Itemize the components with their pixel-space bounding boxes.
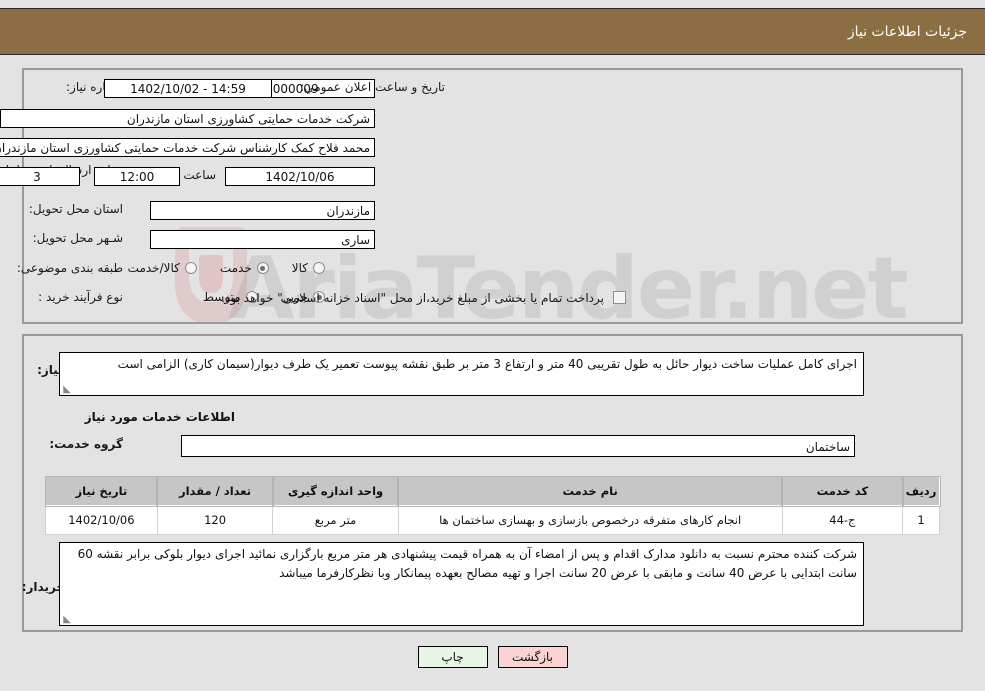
deadline-time-label-row: ساعت (183, 168, 216, 182)
service-group-input[interactable]: ساختمان (181, 435, 855, 457)
city-label-row: شـهر محل تحویل: (33, 231, 123, 245)
category-radio-group: کالا خدمت کالا/خدمت (123, 261, 325, 275)
cell-quantity: 120 (156, 505, 274, 535)
deadline-time-input[interactable]: 12:00 (94, 167, 180, 186)
province-field-row: مازندران (150, 201, 375, 220)
deadline-date-row: 1402/10/06 (225, 167, 375, 186)
treasury-bonds-checkbox[interactable] (613, 291, 626, 304)
radio-category-goods-service[interactable] (184, 262, 197, 274)
page-header: جزئیات اطلاعات نیاز (0, 8, 985, 55)
table-row: 1 ج-44 انجام کارهای متفرقه درخصوص بازساز… (45, 505, 940, 535)
treasury-bonds-text: پرداخت تمام یا بخشی از مبلغ خرید،از محل … (221, 291, 604, 305)
column-header-index: ردیف (901, 475, 941, 507)
print-button[interactable]: چاپ (417, 646, 488, 668)
column-header-name: نام خدمت (397, 475, 784, 507)
services-table: ردیف کد خدمت نام خدمت واحد اندازه گیری ت… (44, 475, 941, 535)
general-description-textarea[interactable]: اجرای کامل عملیات ساخت دیوار حائل به طول… (59, 352, 864, 396)
announce-datetime-input[interactable]: 14:59 - 1402/10/02 (104, 79, 272, 98)
cell-unit: متر مربع (272, 505, 399, 535)
delivery-city-label: شـهر محل تحویل: (32, 231, 123, 245)
category-label: طبقه بندی موضوعی: (16, 261, 123, 275)
radio-category-goods-service-label: کالا/خدمت (127, 261, 180, 275)
buyer-notes-textarea[interactable]: شرکت کننده محترم نسبت به دانلود مدارک اق… (59, 542, 864, 626)
announce-field-row: 14:59 - 1402/10/02 (104, 79, 272, 98)
announce-label-row: تاریخ و ساعت اعلان عمومي: (300, 80, 445, 94)
resize-grip-icon-notes[interactable]: ◣ (62, 615, 71, 625)
radio-category-goods[interactable] (313, 262, 325, 274)
radio-category-goods-label: کالا (291, 261, 308, 275)
creator-field-row: محمد فلاح کمک کارشناس شرکت خدمات حمایتی … (0, 138, 375, 157)
cell-code: ج-44 (781, 505, 904, 535)
process-label-row: نوع فرآیند خرید : (38, 290, 123, 304)
page-title: جزئیات اطلاعات نیاز (847, 23, 967, 40)
cell-name: انجام کارهای متفرقه درخصوص بازسازی و بهس… (397, 505, 783, 535)
column-header-date: تاریخ نیاز (44, 475, 159, 507)
deadline-date-input[interactable]: 1402/10/06 (225, 167, 375, 186)
column-header-code: کد خدمت (781, 475, 904, 507)
radio-category-service[interactable] (256, 262, 269, 274)
buyer-org-input[interactable]: شرکت خدمات حمایتی کشاورزی استان مازندران (0, 109, 375, 128)
treasury-text-row: پرداخت تمام یا بخشی از مبلغ خرید،از محل … (221, 291, 604, 305)
radio-category-service-label: خدمت (219, 261, 252, 275)
deadline-time-label: ساعت (183, 168, 216, 182)
service-group-field-row: ساختمان (181, 435, 855, 457)
resize-grip-icon[interactable]: ◣ (62, 385, 71, 395)
cell-date: 1402/10/06 (45, 505, 158, 535)
purchase-process-label: نوع فرآیند خرید : (38, 290, 123, 304)
buyer-org-field-row: شرکت خدمات حمایتی کشاورزی استان مازندران (0, 109, 375, 128)
cell-index: 1 (902, 505, 940, 535)
service-group-label: گروه خدمت: (49, 437, 123, 451)
remaining-days-input[interactable]: 3 (0, 167, 80, 186)
buyer-notes-value: شرکت کننده محترم نسبت به دانلود مدارک اق… (77, 547, 857, 580)
delivery-province-label: استان محل تحویل: (28, 202, 123, 216)
city-field-row: ساری (150, 230, 375, 249)
announce-datetime-label: تاریخ و ساعت اعلان عمومي: (300, 80, 445, 94)
service-group-label-row: گروه خدمت: (49, 437, 123, 451)
treasury-checkbox-row (613, 291, 626, 304)
deadline-time-row: 12:00 (94, 167, 180, 186)
need-info-panel (22, 68, 963, 324)
delivery-city-input[interactable]: ساری (150, 230, 375, 249)
province-label-row: استان محل تحویل: (29, 202, 123, 216)
delivery-province-input[interactable]: مازندران (150, 201, 375, 220)
column-header-quantity: تعداد / مقدار (156, 475, 274, 507)
remaining-days-row: 3 (0, 167, 80, 186)
table-header-row: ردیف کد خدمت نام خدمت واحد اندازه گیری ت… (44, 475, 941, 507)
column-header-unit: واحد اندازه گیری (271, 475, 400, 507)
general-description-value: اجرای کامل عملیات ساخت دیوار حائل به طول… (117, 357, 857, 371)
services-section-title: اطلاعات خدمات مورد نیاز (84, 410, 235, 424)
footer-actions: بازگشت چاپ (0, 646, 985, 668)
category-label-row: طبقه بندی موضوعی: (17, 261, 123, 275)
back-button[interactable]: بازگشت (497, 646, 568, 668)
request-creator-input[interactable]: محمد فلاح کمک کارشناس شرکت خدمات حمایتی … (0, 138, 375, 157)
